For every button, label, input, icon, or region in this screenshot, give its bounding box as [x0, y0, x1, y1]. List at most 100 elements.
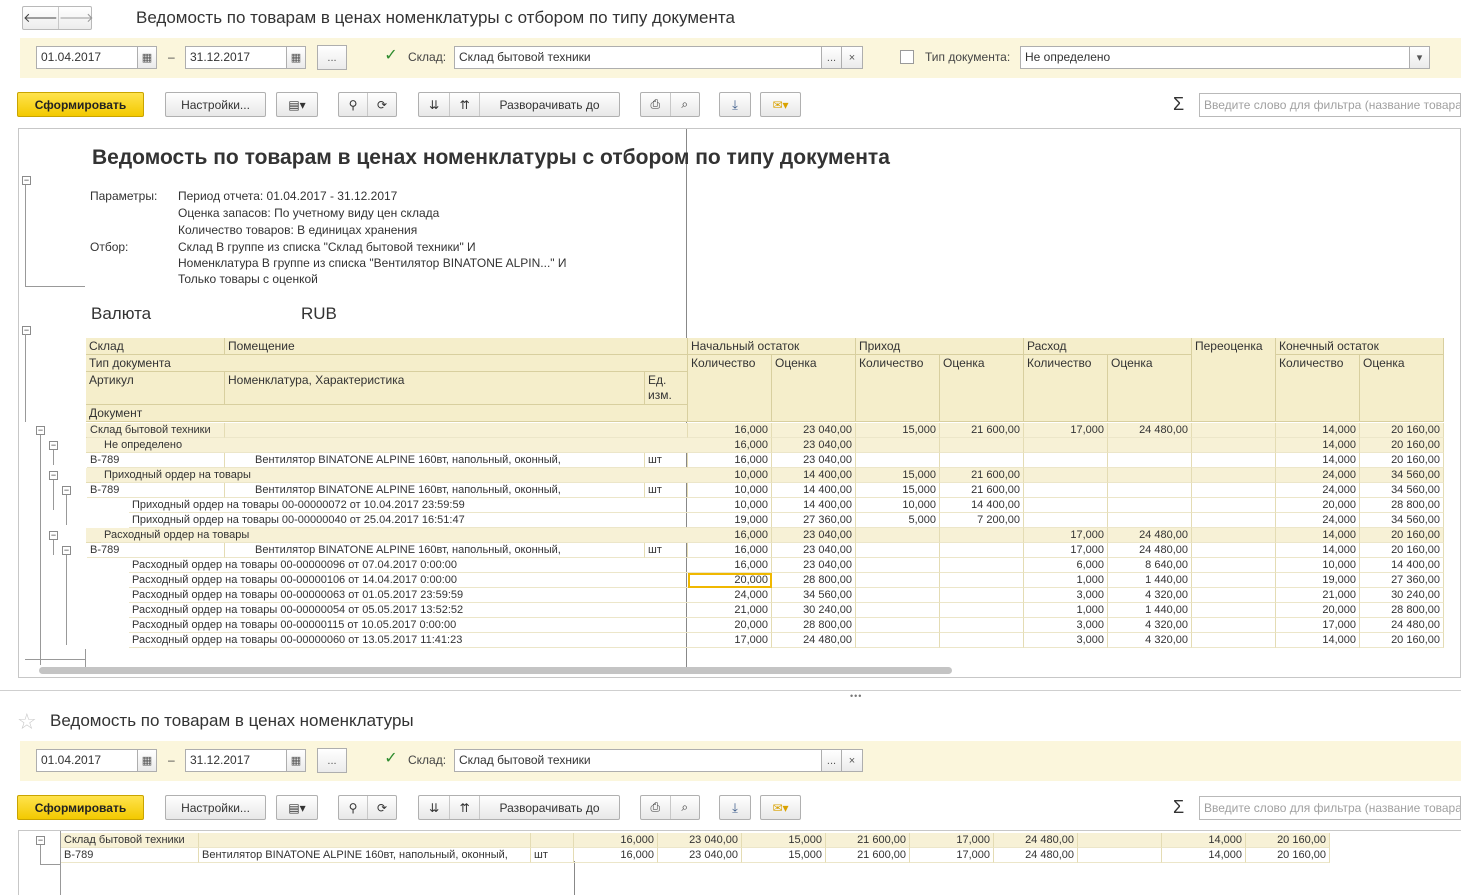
save-icon[interactable]: ⤓ — [719, 92, 751, 117]
header-revaluation: Переоценка — [1192, 338, 1276, 422]
search-icon[interactable]: ⚲ — [339, 796, 367, 819]
doc-type-field[interactable]: Не определено — [1020, 46, 1410, 69]
collapse-all-icon[interactable]: ⇊ — [419, 796, 449, 819]
value-cell: 15,000 — [742, 833, 826, 848]
date-separator: – — [168, 50, 175, 64]
variants-button[interactable]: ▤▾ — [276, 92, 318, 117]
calendar-icon[interactable]: ▦ — [137, 749, 157, 772]
horizontal-scrollbar[interactable] — [39, 667, 952, 674]
chevron-down-icon[interactable]: ▾ — [1409, 46, 1430, 69]
collapse-icon[interactable]: − — [49, 531, 58, 540]
warehouse-select-button[interactable]: ... — [821, 46, 842, 69]
sum-icon[interactable]: Σ — [1173, 797, 1184, 818]
variants-button[interactable]: ▤▾ — [276, 795, 318, 820]
value-cell — [1192, 573, 1276, 588]
generate-button[interactable]: Сформировать — [17, 92, 144, 117]
back-arrow-icon[interactable]: 🡐 — [23, 7, 58, 29]
value-cell: 8 640,00 — [1108, 558, 1192, 573]
collapse-icon[interactable]: − — [49, 441, 58, 450]
expand-all-icon[interactable]: ⇈ — [449, 796, 479, 819]
search-icon[interactable]: ⚲ — [339, 93, 367, 116]
print-preview-icon[interactable]: ⌕ — [669, 796, 700, 819]
expand-to-dropdown[interactable]: Разворачивать до — [479, 796, 619, 819]
value-cell: 20 160,00 — [1246, 833, 1330, 848]
expand-to-dropdown[interactable]: Разворачивать до — [479, 93, 619, 116]
value-cell: 30 240,00 — [1360, 588, 1444, 603]
room-cell — [225, 423, 688, 438]
collapse-icon[interactable]: − — [36, 426, 45, 435]
window-splitter[interactable]: ••• — [0, 690, 1461, 701]
currency-label: Валюта — [91, 304, 152, 323]
value-cell — [1024, 468, 1108, 483]
period-more-button[interactable]: ... — [317, 748, 347, 773]
value-cell — [1192, 498, 1276, 513]
date-separator: – — [168, 753, 175, 767]
date-from-field[interactable]: 01.04.2017 — [36, 749, 138, 772]
clear-icon[interactable]: × — [841, 749, 863, 772]
period-more-button[interactable]: ... — [317, 45, 347, 70]
nomenclature-cell: Вентилятор BINATONE ALPINE 160вт, наполь… — [225, 543, 645, 558]
filter-input[interactable]: Введите слово для фильтра (название това… — [1199, 796, 1461, 820]
value-cell — [1192, 618, 1276, 633]
header-opening: Начальный остаток — [688, 338, 856, 355]
value-cell — [1192, 513, 1276, 528]
warehouse-field[interactable]: Склад бытовой техники — [454, 749, 822, 772]
clear-icon[interactable]: × — [841, 46, 863, 69]
favorite-star-icon[interactable]: ☆ — [17, 709, 37, 735]
warehouse-checkbox[interactable]: ✓ — [384, 48, 398, 64]
calendar-icon[interactable]: ▦ — [286, 749, 306, 772]
save-icon[interactable]: ⤓ — [719, 795, 751, 820]
forward-arrow-icon[interactable]: 🡒 — [57, 7, 94, 29]
collapse-icon[interactable]: − — [22, 326, 31, 335]
collapse-icon[interactable]: − — [22, 176, 31, 185]
params-label: Параметры: — [90, 189, 158, 203]
value-cell — [1024, 438, 1108, 453]
report-area-2: − Склад бытовой техники 16,000 23 040,00 15… — [18, 830, 1461, 895]
collapse-icon[interactable]: − — [36, 836, 45, 845]
date-from-field[interactable]: 01.04.2017 — [36, 46, 138, 69]
report-variants-icon: ▤▾ — [288, 97, 306, 112]
mail-icon[interactable]: ✉▾ — [760, 92, 801, 117]
value-cell — [1108, 498, 1192, 513]
generate-button[interactable]: Сформировать — [17, 795, 144, 820]
date-to-field[interactable]: 31.12.2017 — [185, 749, 287, 772]
sum-icon[interactable]: Σ — [1173, 94, 1184, 115]
unit-cell: шт — [645, 483, 688, 498]
date-to-field[interactable]: 31.12.2017 — [185, 46, 287, 69]
header-value: Оценка — [1360, 355, 1444, 422]
value-cell: 21 600,00 — [940, 483, 1024, 498]
calendar-icon[interactable]: ▦ — [137, 46, 157, 69]
collapse-icon[interactable]: − — [62, 546, 71, 555]
collapse-icon[interactable]: − — [49, 471, 58, 480]
warehouse-field[interactable]: Склад бытовой техники — [454, 46, 822, 69]
value-cell: 20,000 — [688, 618, 772, 633]
settings-button[interactable]: Настройки... — [165, 795, 266, 820]
doc-type-checkbox[interactable] — [900, 50, 914, 64]
value-cell — [1192, 483, 1276, 498]
warehouse-select-button[interactable]: ... — [821, 749, 842, 772]
value-cell: 15,000 — [856, 468, 940, 483]
search-next-icon[interactable]: ⟳ — [367, 93, 396, 116]
value-cell: 10,000 — [856, 498, 940, 513]
value-cell: 28 800,00 — [1360, 498, 1444, 513]
collapse-icon[interactable]: − — [62, 486, 71, 495]
value-cell: 16,000 — [688, 423, 772, 438]
value-cell: 24 480,00 — [1108, 528, 1192, 543]
print-icon[interactable]: ⎙ — [641, 93, 670, 116]
search-next-icon[interactable]: ⟳ — [367, 796, 396, 819]
warehouse-checkbox[interactable]: ✓ — [384, 751, 398, 767]
collapse-all-icon[interactable]: ⇊ — [419, 93, 449, 116]
header-expense: Расход — [1024, 338, 1192, 355]
value-cell: 3,000 — [1024, 618, 1108, 633]
print-preview-icon[interactable]: ⌕ — [669, 93, 700, 116]
value-cell: 20,000 — [688, 573, 772, 588]
mail-icon[interactable]: ✉▾ — [760, 795, 801, 820]
document-cell: Приходный ордер на товары 00-00000040 от… — [129, 513, 688, 528]
document-cell: Расходный ордер на товары 00-00000106 от… — [129, 573, 688, 588]
print-icon[interactable]: ⎙ — [641, 796, 670, 819]
calendar-icon[interactable]: ▦ — [286, 46, 306, 69]
value-cell: 21 600,00 — [940, 423, 1024, 438]
settings-button[interactable]: Настройки... — [165, 92, 266, 117]
filter-input[interactable]: Введите слово для фильтра (название това… — [1199, 93, 1461, 117]
expand-all-icon[interactable]: ⇈ — [449, 93, 479, 116]
